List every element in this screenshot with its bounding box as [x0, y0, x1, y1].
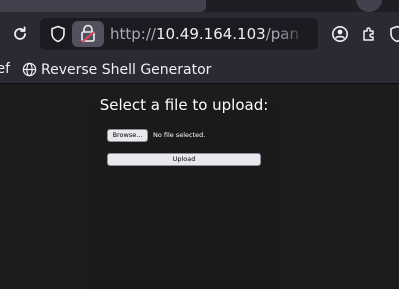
upload-button[interactable]: Upload	[107, 153, 261, 166]
shield-icon	[51, 25, 65, 43]
shield-icon	[390, 25, 399, 43]
reload-button[interactable]	[6, 22, 34, 46]
url-fade	[278, 18, 318, 50]
url-text[interactable]: http://10.49.164.103/pan	[110, 18, 299, 50]
url-host: 10.49.164.103	[155, 25, 266, 43]
page-content	[0, 84, 399, 289]
active-tab[interactable]	[0, 0, 206, 12]
tab-control[interactable]	[356, 0, 382, 12]
bookmark-item-reverse-shell-generator[interactable]: Reverse Shell Generator	[22, 56, 211, 83]
extensions-button[interactable]	[357, 22, 381, 46]
tracking-protection-button[interactable]	[46, 22, 70, 46]
bookmark-item-partial[interactable]: ef	[0, 56, 10, 83]
file-status-label: No file selected.	[153, 131, 206, 139]
globe-icon	[22, 62, 37, 77]
browse-button[interactable]: Browse...	[107, 129, 148, 142]
url-scheme: http://	[110, 25, 156, 43]
nav-toolbar: http://10.49.164.103/pan	[0, 12, 399, 56]
lock-warning-icon	[81, 24, 95, 43]
account-icon	[332, 26, 348, 42]
browser-window: http://10.49.164.103/pan	[0, 0, 399, 289]
puzzle-icon	[363, 27, 374, 41]
account-button[interactable]	[328, 22, 352, 46]
tab-strip	[0, 0, 399, 12]
upload-title: Select a file to upload:	[99, 96, 269, 114]
bookmark-label: Reverse Shell Generator	[41, 61, 212, 78]
reload-icon	[14, 26, 26, 40]
bookmarks-toolbar: ef Reverse Shell Generator	[0, 56, 399, 84]
url-bar[interactable]: http://10.49.164.103/pan	[40, 18, 318, 50]
extension-shield-button[interactable]	[385, 22, 399, 46]
site-permissions-button[interactable]	[72, 21, 104, 47]
bookmark-label: ef	[0, 61, 10, 77]
